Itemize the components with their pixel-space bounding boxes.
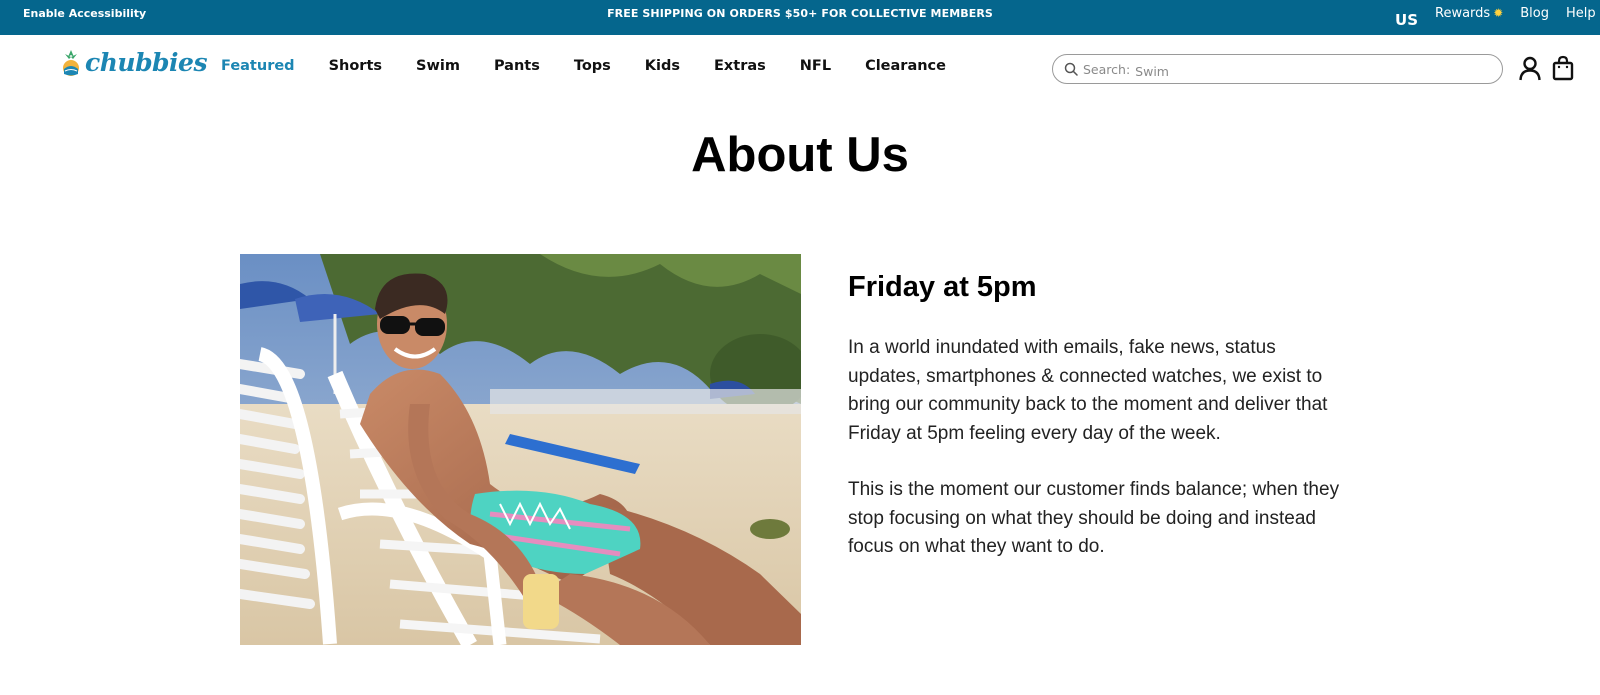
nav-item-pants[interactable]: Pants <box>494 58 540 74</box>
sun-icon: ✹ <box>1493 6 1504 20</box>
nav-item-kids[interactable]: Kids <box>645 58 680 74</box>
page-title: About Us <box>691 128 909 182</box>
nav-item-tops[interactable]: Tops <box>574 58 611 74</box>
about-paragraph-2: This is the moment our customer finds ba… <box>848 479 1340 557</box>
nav-item-swim[interactable]: Swim <box>416 58 460 74</box>
logo-wordmark: chubbies <box>85 48 208 77</box>
about-paragraph-1: In a world inundated with emails, fake n… <box>848 337 1328 444</box>
rewards-link[interactable]: Rewards ✹ <box>1435 6 1503 21</box>
search-box[interactable]: Search: <box>1052 54 1503 84</box>
nav-item-extras[interactable]: Extras <box>714 58 766 74</box>
blog-link[interactable]: Blog <box>1520 6 1549 21</box>
region-selector[interactable]: US <box>1395 11 1418 29</box>
nav-item-shorts[interactable]: Shorts <box>329 58 382 74</box>
search-icon <box>1064 62 1078 76</box>
rewards-link-label: Rewards <box>1435 6 1491 21</box>
nav-item-featured[interactable]: Featured <box>221 58 295 74</box>
shipping-promo-text: FREE SHIPPING ON ORDERS $50+ FOR COLLECT… <box>607 7 993 20</box>
shopping-bag-icon[interactable] <box>1550 55 1576 81</box>
announcement-bar: Enable Accessibility FREE SHIPPING ON OR… <box>0 0 1600 35</box>
nav-item-clearance[interactable]: Clearance <box>865 58 946 74</box>
hero-image-man-on-beach-chair <box>240 254 801 645</box>
help-link[interactable]: Help <box>1566 6 1600 21</box>
search-label: Search: <box>1083 61 1131 77</box>
nav-item-nfl[interactable]: NFL <box>800 58 831 74</box>
pineapple-icon <box>63 50 79 76</box>
enable-accessibility-link[interactable]: Enable Accessibility <box>23 7 146 20</box>
main-nav: Featured Shorts Swim Pants Tops Kids Ext… <box>221 58 980 74</box>
utility-links: US Rewards ✹ Blog Help <box>1395 0 1600 35</box>
search-input[interactable] <box>1135 64 1436 79</box>
section-title: Friday at 5pm <box>848 271 1037 303</box>
account-icon[interactable] <box>1517 55 1543 81</box>
chubbies-logo[interactable]: chubbies <box>60 48 208 77</box>
site-header: chubbies Featured Shorts Swim Pants Tops… <box>0 35 1600 103</box>
